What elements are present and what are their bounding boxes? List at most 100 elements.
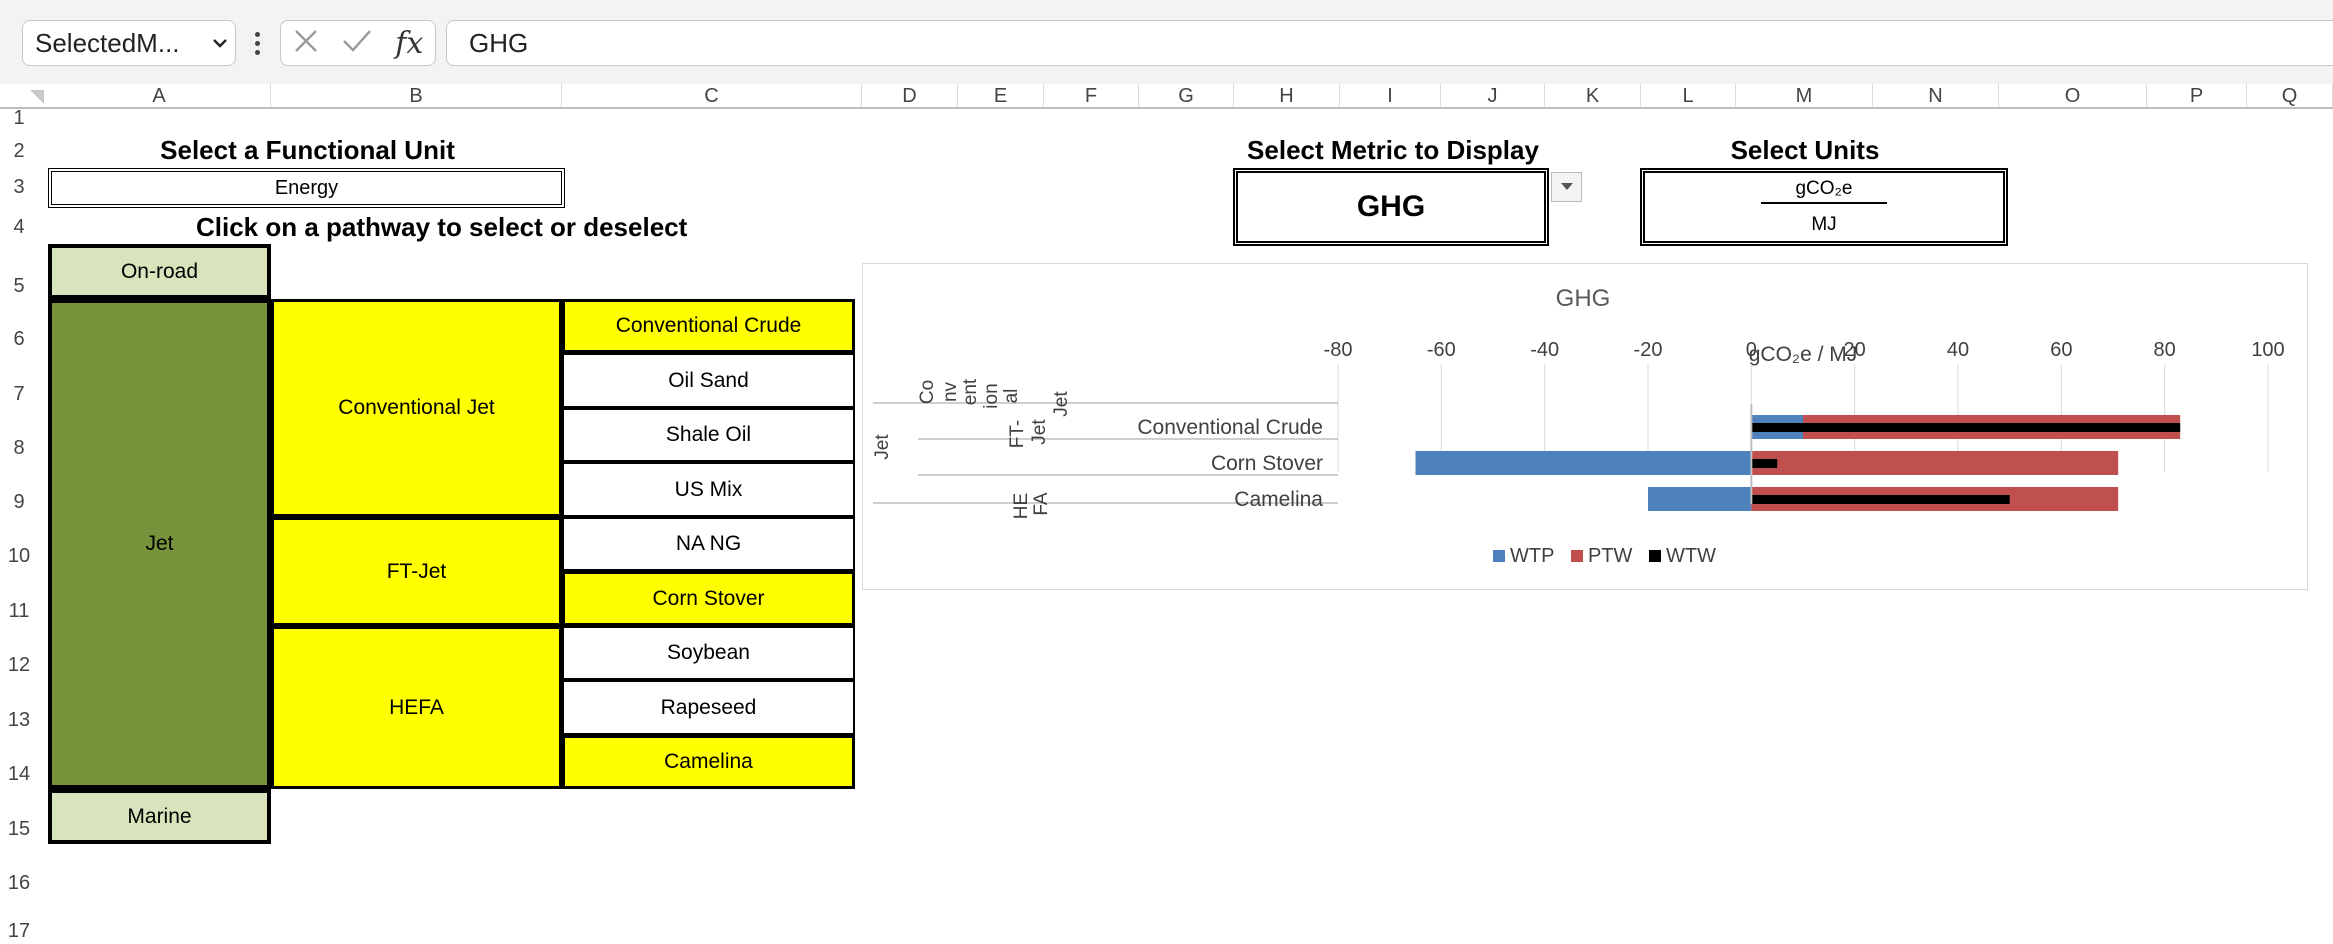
pathway-onroad-label: On-road bbox=[120, 259, 199, 283]
name-box-value: SelectedM... bbox=[35, 27, 180, 58]
column-header[interactable]: M bbox=[1736, 84, 1873, 108]
column-header[interactable]: G bbox=[1139, 84, 1234, 108]
legend-swatch bbox=[1571, 550, 1583, 562]
row-header[interactable]: 5 bbox=[0, 275, 38, 299]
group-label-line: Jet bbox=[1051, 391, 1072, 417]
column-header[interactable]: P bbox=[2147, 84, 2247, 108]
row-header[interactable]: 2 bbox=[0, 140, 38, 164]
row-header[interactable]: 6 bbox=[0, 328, 38, 352]
row-header[interactable]: 4 bbox=[0, 216, 38, 240]
group-label-line: al bbox=[1001, 389, 1022, 404]
column-header[interactable]: J bbox=[1441, 84, 1545, 108]
select-all-corner[interactable] bbox=[0, 84, 48, 108]
insert-function-icon[interactable]: fx bbox=[395, 26, 423, 61]
row-header[interactable]: 3 bbox=[0, 176, 38, 200]
column-header[interactable]: B bbox=[271, 84, 562, 108]
feedstock-corn-stover[interactable]: Corn Stover bbox=[562, 571, 855, 626]
feedstock-oil-sand[interactable]: Oil Sand bbox=[562, 353, 855, 408]
group-label-line: FA bbox=[1031, 492, 1052, 516]
column-header[interactable]: H bbox=[1234, 84, 1340, 108]
row-header[interactable]: 1 bbox=[0, 107, 38, 131]
column-header[interactable]: N bbox=[1873, 84, 1999, 108]
pathway-jet[interactable]: Jet bbox=[48, 299, 271, 789]
column-header[interactable]: E bbox=[958, 84, 1044, 108]
functional-unit-value: Energy bbox=[274, 176, 339, 199]
name-box[interactable]: SelectedM... bbox=[22, 20, 236, 66]
units-title: Select Units bbox=[1730, 135, 1880, 165]
column-header[interactable]: C bbox=[562, 84, 862, 108]
group-label-line: ion bbox=[981, 383, 1002, 408]
pathway-marine-label: Marine bbox=[127, 804, 192, 828]
category-label: Corn Stover bbox=[1211, 452, 1323, 475]
row-header[interactable]: 11 bbox=[0, 600, 38, 624]
feedstock-label: NA NG bbox=[675, 532, 742, 555]
category-label: Camelina bbox=[1234, 488, 1323, 511]
pathway-instruction: Click on a pathway to select or deselect bbox=[196, 212, 688, 242]
row-header[interactable]: 12 bbox=[0, 654, 38, 678]
pathway-onroad[interactable]: On-road bbox=[48, 244, 271, 299]
bar-ptw bbox=[1751, 451, 2119, 475]
pathway-marine[interactable]: Marine bbox=[48, 789, 271, 844]
feedstock-rapeseed[interactable]: Rapeseed bbox=[562, 680, 855, 735]
column-header[interactable]: O bbox=[1999, 84, 2147, 108]
chevron-down-icon[interactable] bbox=[205, 38, 235, 48]
ghg-chart-svg: GHG gCO₂e / MJ -80 -60 -40 -20 0 20 40 60 80 100 Con… bbox=[872, 285, 2285, 567]
column-header[interactable]: F bbox=[1044, 84, 1139, 108]
legend-swatch bbox=[1649, 550, 1661, 562]
feedstock-label: Shale Oil bbox=[665, 423, 752, 446]
confirm-icon[interactable] bbox=[342, 28, 372, 59]
feedstock-label: Conventional Crude bbox=[615, 314, 802, 337]
feedstock-us-mix[interactable]: US Mix bbox=[562, 462, 855, 517]
x-tick-label: -20 bbox=[1634, 339, 1663, 361]
pathway-ft-jet-label: FT-Jet bbox=[386, 559, 447, 583]
column-header[interactable]: I bbox=[1340, 84, 1441, 108]
cancel-icon[interactable] bbox=[293, 28, 319, 59]
row-header[interactable]: 13 bbox=[0, 709, 38, 733]
feedstock-na-ng[interactable]: NA NG bbox=[562, 517, 855, 571]
ghg-chart[interactable]: GHG gCO₂e / MJ -80 -60 -40 -20 0 20 40 60 80 100 Con… bbox=[862, 263, 2308, 590]
metric-select[interactable]: GHG bbox=[1233, 168, 1549, 246]
row-header[interactable]: 9 bbox=[0, 491, 38, 515]
column-header[interactable]: A bbox=[48, 84, 271, 108]
metric-dropdown-button[interactable] bbox=[1551, 172, 1582, 202]
group-label-line: HE bbox=[1011, 493, 1032, 519]
pathway-conventional-jet[interactable]: Conventional Jet bbox=[271, 299, 562, 517]
group-label-line: ent bbox=[960, 378, 981, 405]
row-header[interactable]: 10 bbox=[0, 545, 38, 569]
feedstock-soybean[interactable]: Soybean bbox=[562, 626, 855, 680]
pathway-hefa[interactable]: HEFA bbox=[271, 626, 562, 789]
more-options-icon[interactable] bbox=[246, 24, 268, 62]
row-header[interactable]: 8 bbox=[0, 437, 38, 461]
functional-unit-select[interactable]: Energy bbox=[48, 168, 565, 208]
group-label-line: FT- bbox=[1007, 420, 1028, 449]
column-header[interactable]: L bbox=[1641, 84, 1736, 108]
group-label-line: Jet bbox=[1029, 419, 1050, 445]
column-header[interactable]: D bbox=[862, 84, 958, 108]
row-header[interactable]: 16 bbox=[0, 872, 38, 896]
pathway-ft-jet[interactable]: FT-Jet bbox=[271, 517, 562, 626]
row-header[interactable]: 15 bbox=[0, 818, 38, 842]
units-select[interactable]: gCO₂e MJ bbox=[1640, 168, 2008, 246]
x-tick-label: -80 bbox=[1324, 339, 1353, 361]
feedstock-label: US Mix bbox=[674, 477, 743, 501]
legend-swatch bbox=[1493, 550, 1505, 562]
feedstock-conventional-crude[interactable]: Conventional Crude bbox=[562, 299, 855, 353]
formula-value: GHG bbox=[469, 27, 529, 58]
feedstock-label: Oil Sand bbox=[668, 368, 749, 392]
header-divider bbox=[0, 107, 2333, 109]
legend-entry: WTP bbox=[1510, 545, 1554, 567]
dropdown-arrow-icon bbox=[1560, 183, 1573, 190]
group-label-line: nv bbox=[940, 381, 961, 402]
column-header[interactable]: Q bbox=[2247, 84, 2333, 108]
feedstock-label: Soybean bbox=[667, 641, 750, 664]
row-header[interactable]: 17 bbox=[0, 920, 38, 944]
units-denominator: MJ bbox=[1811, 214, 1837, 235]
formula-input[interactable]: GHG bbox=[446, 20, 2333, 66]
feedstock-camelina[interactable]: Camelina bbox=[562, 735, 855, 789]
column-header[interactable]: K bbox=[1545, 84, 1641, 108]
row-header[interactable]: 14 bbox=[0, 763, 38, 787]
row-header[interactable]: 7 bbox=[0, 383, 38, 407]
x-tick-label: -40 bbox=[1530, 339, 1559, 361]
x-tick-label: 80 bbox=[2154, 339, 2176, 361]
feedstock-shale-oil[interactable]: Shale Oil bbox=[562, 408, 855, 462]
